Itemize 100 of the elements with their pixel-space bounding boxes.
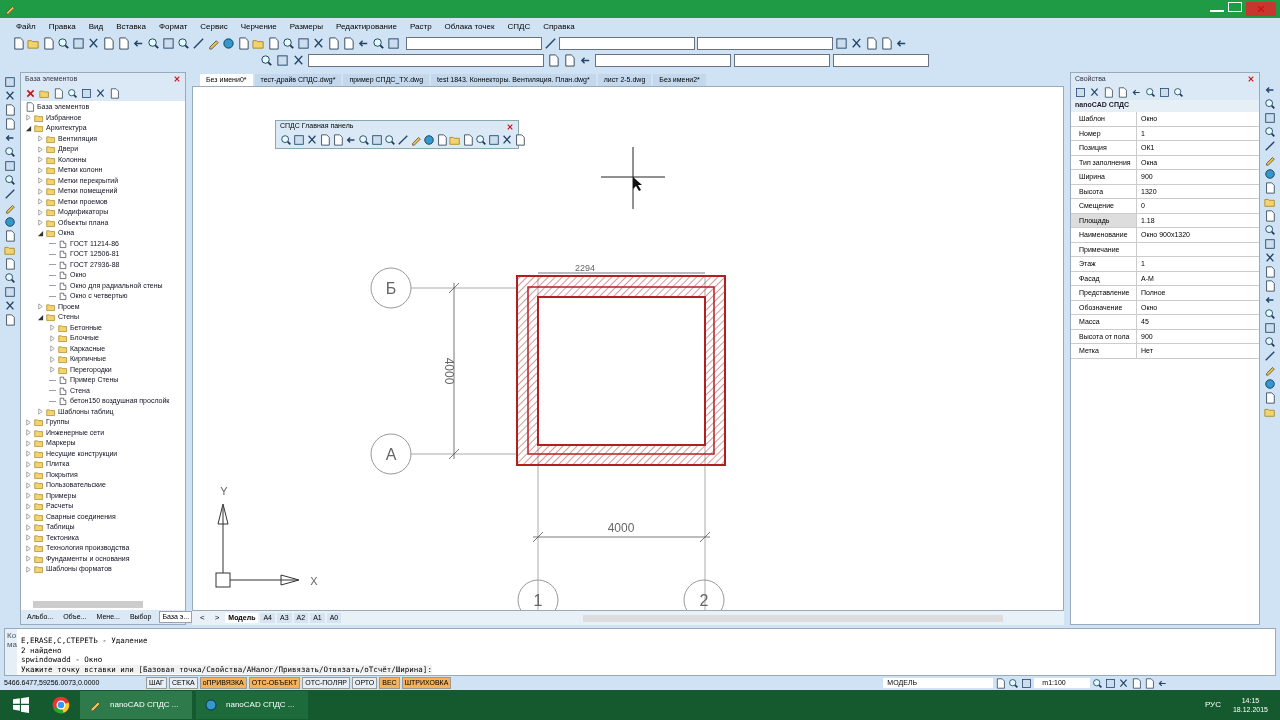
input-field[interactable]: [734, 54, 830, 67]
document-icon[interactable]: [12, 37, 25, 50]
menu-item[interactable]: Файл: [16, 20, 36, 33]
square-icon[interactable]: [81, 87, 92, 99]
magnifier-icon[interactable]: [4, 272, 16, 284]
close-icon[interactable]: [506, 122, 514, 131]
menu-item[interactable]: Черчение: [240, 20, 277, 33]
magnifier-icon[interactable]: [372, 37, 385, 50]
square-icon[interactable]: [293, 134, 305, 146]
input-field[interactable]: [308, 54, 544, 67]
line-icon[interactable]: [192, 37, 205, 50]
document-icon[interactable]: [1264, 266, 1276, 278]
magnifier-icon[interactable]: [1145, 87, 1156, 98]
square-icon[interactable]: [1264, 322, 1276, 334]
menu-item[interactable]: Редактирование: [336, 20, 397, 33]
pencil-icon[interactable]: [207, 37, 220, 50]
magnifier-icon[interactable]: [4, 174, 16, 186]
document-icon[interactable]: [4, 258, 16, 270]
document-icon[interactable]: [4, 104, 16, 116]
pencil-icon[interactable]: [4, 3, 16, 15]
globe-icon[interactable]: [1264, 168, 1276, 180]
arrow-icon[interactable]: [1131, 87, 1142, 98]
magnifier-icon[interactable]: [57, 37, 70, 50]
pencil-icon[interactable]: [4, 202, 16, 214]
square-icon[interactable]: [4, 160, 16, 172]
document-icon[interactable]: [462, 134, 474, 146]
arrow-icon[interactable]: [345, 134, 357, 146]
document-icon[interactable]: [1103, 87, 1114, 98]
document-icon[interactable]: [42, 37, 55, 50]
magnifier-icon[interactable]: [1264, 336, 1276, 348]
document-icon[interactable]: [1117, 87, 1128, 98]
scrollbar-thumb[interactable]: [583, 614, 1004, 622]
magnifier-icon[interactable]: [384, 134, 396, 146]
close-icon[interactable]: [25, 87, 36, 99]
taskbar-button[interactable]: nanoCAD СПДС ...: [196, 691, 308, 719]
square-icon[interactable]: [1264, 238, 1276, 250]
square-icon[interactable]: [1159, 87, 1170, 98]
menu-item[interactable]: Правка: [48, 20, 76, 33]
browser-icon[interactable]: [52, 696, 70, 714]
magnifier-icon[interactable]: [280, 134, 292, 146]
square-icon[interactable]: [1075, 87, 1086, 98]
document-icon[interactable]: [117, 37, 130, 50]
square-icon[interactable]: [4, 76, 16, 88]
menu-item[interactable]: Размеры: [289, 20, 323, 33]
document-icon[interactable]: [865, 37, 878, 50]
square-icon[interactable]: [1264, 112, 1276, 124]
magnifier-icon[interactable]: [1173, 87, 1184, 98]
document-icon[interactable]: [563, 54, 576, 67]
square-icon[interactable]: [371, 134, 383, 146]
menu-item[interactable]: Справка: [543, 20, 575, 33]
language-indicator[interactable]: РУС: [1204, 699, 1221, 711]
document-icon[interactable]: [4, 314, 16, 326]
document-icon[interactable]: [514, 134, 526, 146]
input-field[interactable]: [833, 54, 929, 67]
input-field[interactable]: [697, 37, 833, 50]
menu-item[interactable]: Вставка: [116, 20, 146, 33]
magnifier-icon[interactable]: [1264, 126, 1276, 138]
input-field[interactable]: [559, 37, 695, 50]
magnifier-icon[interactable]: [1264, 224, 1276, 236]
menu-item[interactable]: Формат: [158, 20, 188, 33]
document-icon[interactable]: [327, 37, 340, 50]
document-icon[interactable]: [1264, 392, 1276, 404]
document-icon[interactable]: [880, 37, 893, 50]
document-icon[interactable]: [342, 37, 355, 50]
magnifier-icon[interactable]: [358, 134, 370, 146]
arrow-icon[interactable]: [1264, 84, 1276, 96]
document-icon[interactable]: [1264, 182, 1276, 194]
collapse-icon[interactable]: [37, 229, 44, 237]
pencil-icon[interactable]: [410, 134, 422, 146]
line-icon[interactable]: [1264, 140, 1276, 152]
pencil-icon[interactable]: [1264, 154, 1276, 166]
globe-icon[interactable]: [4, 216, 16, 228]
menu-item[interactable]: Облака точек: [444, 20, 495, 33]
magnifier-icon[interactable]: [260, 54, 273, 67]
menu-item[interactable]: Вид: [88, 20, 104, 33]
magnifier-icon[interactable]: [1264, 308, 1276, 320]
input-field[interactable]: [595, 54, 731, 67]
magnifier-icon[interactable]: [1008, 677, 1020, 689]
scrollbar-thumb[interactable]: [33, 600, 143, 608]
document-icon[interactable]: [4, 118, 16, 130]
document-icon[interactable]: [1264, 280, 1276, 292]
arrow-icon[interactable]: [1264, 294, 1276, 306]
menu-item[interactable]: СПДС: [507, 20, 531, 33]
square-icon[interactable]: [1021, 677, 1033, 689]
document-icon[interactable]: [267, 37, 280, 50]
close-icon[interactable]: [173, 75, 181, 83]
square-icon[interactable]: [1105, 677, 1117, 689]
magnifier-icon[interactable]: [67, 87, 78, 99]
document-icon[interactable]: [4, 230, 16, 242]
document-icon[interactable]: [1264, 210, 1276, 222]
scroll-left-button[interactable]: <: [196, 612, 209, 624]
scroll-right-button[interactable]: >: [210, 612, 224, 624]
collapse-icon[interactable]: [37, 313, 44, 321]
line-icon[interactable]: [397, 134, 409, 146]
collapse-icon[interactable]: [25, 124, 32, 132]
line-icon[interactable]: [1264, 350, 1276, 362]
document-icon[interactable]: [436, 134, 448, 146]
square-icon[interactable]: [488, 134, 500, 146]
pencil-icon[interactable]: [1264, 364, 1276, 376]
input-field[interactable]: [406, 37, 542, 50]
